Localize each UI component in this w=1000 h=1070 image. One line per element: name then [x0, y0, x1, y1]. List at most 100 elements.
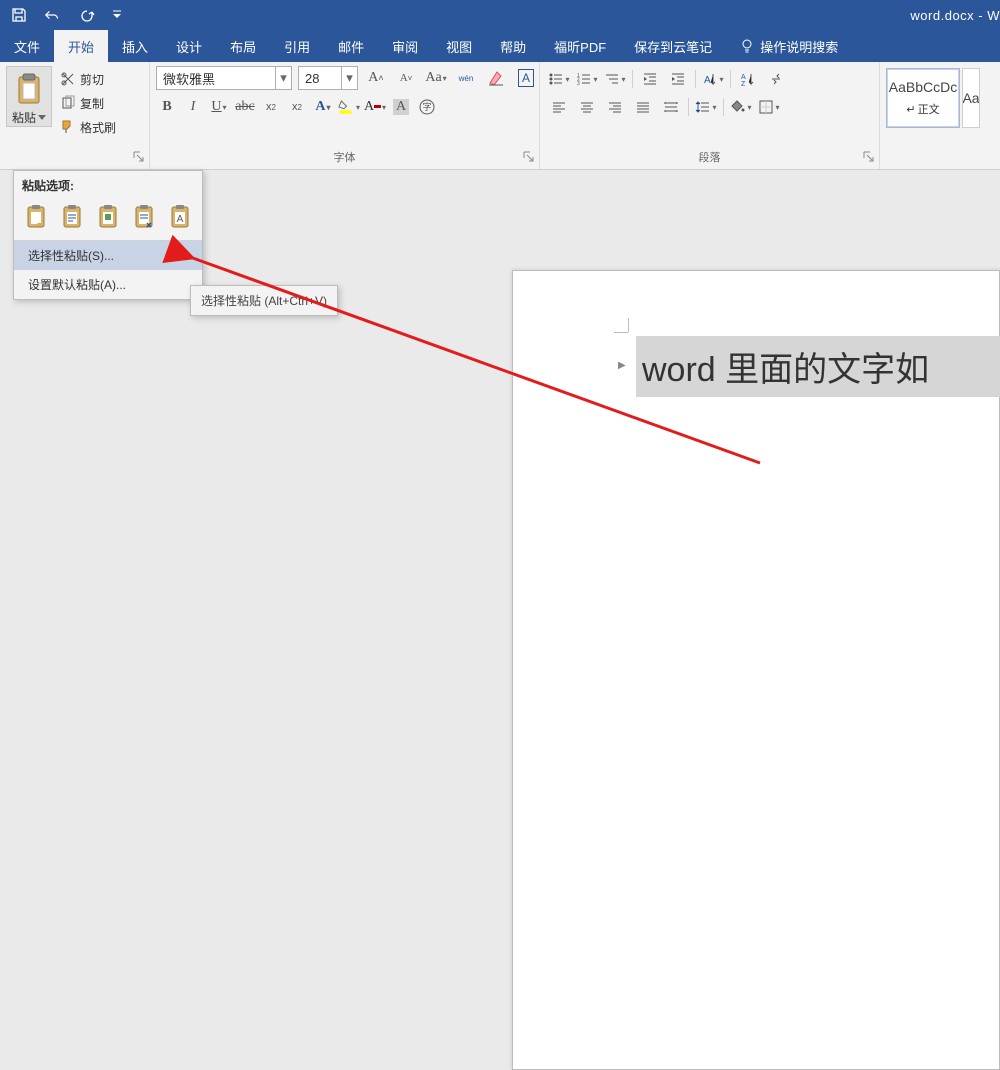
- enclose-characters-button[interactable]: 字: [416, 96, 438, 118]
- tab-help[interactable]: 帮助: [486, 30, 540, 62]
- tell-me-label: 操作说明搜索: [760, 37, 838, 56]
- shading-button[interactable]: ▾: [728, 96, 754, 118]
- highlight-button[interactable]: ▾: [338, 96, 360, 118]
- numbering-button[interactable]: 123▾: [574, 68, 600, 90]
- italic-button[interactable]: I: [182, 96, 204, 118]
- tab-file[interactable]: 文件: [0, 30, 54, 62]
- paste-text-only-icon[interactable]: A: [168, 202, 194, 232]
- group-label-clipboard: 剪贴板: [0, 149, 149, 169]
- tell-me-search[interactable]: 操作说明搜索: [726, 30, 852, 62]
- group-font: 微软雅黑 ▾ 28 ▾ A˄ A˅ Aa▾ wén A: [150, 62, 540, 169]
- title-bar: word.docx - W: [0, 0, 1000, 30]
- paste-picture-icon[interactable]: [96, 202, 122, 232]
- group-label-paragraph: 段落: [540, 149, 879, 169]
- cut-button[interactable]: 剪切: [56, 68, 120, 90]
- bullets-button[interactable]: ▾: [546, 68, 572, 90]
- phonetic-guide-button[interactable]: wén: [454, 66, 478, 90]
- group-paragraph: ▾ 123▾ ▾ A▾ AZ: [540, 62, 880, 169]
- chevron-down-icon[interactable]: ▾: [341, 67, 357, 89]
- svg-text:A: A: [177, 214, 184, 225]
- tab-references[interactable]: 引用: [270, 30, 324, 62]
- scissors-icon: [60, 71, 76, 87]
- tab-save-to-cloud[interactable]: 保存到云笔记: [620, 30, 726, 62]
- bold-button[interactable]: B: [156, 96, 178, 118]
- paste-split-button[interactable]: 粘贴: [6, 66, 52, 127]
- paste-icon: [13, 71, 45, 107]
- group-clipboard: 粘贴 剪切 复制 格式刷 剪贴板: [0, 62, 150, 169]
- tooltip-paste-special: 选择性粘贴 (Alt+Ctrl+V): [190, 285, 338, 316]
- dialog-launcher-icon[interactable]: [133, 151, 145, 163]
- justify-button[interactable]: [630, 96, 656, 118]
- tab-foxit-pdf[interactable]: 福昕PDF: [540, 30, 620, 62]
- copy-icon: [60, 95, 76, 111]
- character-shading-button[interactable]: A: [390, 96, 412, 118]
- style-next[interactable]: Aa: [962, 68, 980, 128]
- strikethrough-button[interactable]: abc: [234, 96, 256, 118]
- character-border-button[interactable]: A: [514, 66, 538, 90]
- paste-keep-source-icon[interactable]: [24, 202, 50, 232]
- margin-corner-mark: [614, 316, 634, 336]
- copy-button[interactable]: 复制: [56, 92, 120, 114]
- distribute-button[interactable]: [658, 96, 684, 118]
- show-marks-button[interactable]: [763, 68, 789, 90]
- window-title: word.docx - W: [122, 8, 1000, 23]
- selected-text[interactable]: word 里面的文字如: [636, 336, 1000, 397]
- ribbon-tabs: 文件 开始 插入 设计 布局 引用 邮件 审阅 视图 帮助 福昕PDF 保存到云…: [0, 30, 1000, 62]
- qat-customize-icon[interactable]: [112, 6, 122, 24]
- text-effects-button[interactable]: A▾: [312, 96, 334, 118]
- sort-button[interactable]: AZ: [735, 68, 761, 90]
- svg-text:A: A: [741, 74, 746, 81]
- align-left-button[interactable]: [546, 96, 572, 118]
- menu-paste-special[interactable]: 选择性粘贴(S)...: [14, 241, 202, 270]
- tab-insert[interactable]: 插入: [108, 30, 162, 62]
- tab-home[interactable]: 开始: [54, 30, 108, 62]
- group-styles: AaBbCcDc ↵正文 Aa: [880, 62, 1000, 169]
- increase-indent-button[interactable]: [665, 68, 691, 90]
- paste-keep-text-icon[interactable]: [132, 202, 158, 232]
- line-spacing-button[interactable]: ▾: [693, 96, 719, 118]
- text-direction-button[interactable]: A▾: [700, 68, 726, 90]
- tab-mailings[interactable]: 邮件: [324, 30, 378, 62]
- tab-layout[interactable]: 布局: [216, 30, 270, 62]
- svg-text:字: 字: [422, 101, 431, 112]
- subscript-button[interactable]: x2: [260, 96, 282, 118]
- dialog-launcher-icon[interactable]: [523, 151, 535, 163]
- ribbon: 粘贴 剪切 复制 格式刷 剪贴板: [0, 62, 1000, 170]
- undo-icon[interactable]: [44, 6, 62, 24]
- dialog-launcher-icon[interactable]: [863, 151, 875, 163]
- decrease-indent-button[interactable]: [637, 68, 663, 90]
- font-size-combo[interactable]: 28 ▾: [298, 66, 358, 90]
- tab-design[interactable]: 设计: [162, 30, 216, 62]
- paste-options-title: 粘贴选项:: [14, 171, 202, 198]
- multilevel-list-button[interactable]: ▾: [602, 68, 628, 90]
- align-center-button[interactable]: [574, 96, 600, 118]
- shrink-font-button[interactable]: A˅: [394, 66, 418, 90]
- clear-formatting-button[interactable]: [484, 66, 508, 90]
- menu-set-default-paste[interactable]: 设置默认粘贴(A)...: [14, 270, 202, 299]
- paste-merge-icon[interactable]: [60, 202, 86, 232]
- change-case-button[interactable]: Aa▾: [424, 66, 448, 90]
- underline-button[interactable]: U▾: [208, 96, 230, 118]
- style-normal[interactable]: AaBbCcDc ↵正文: [886, 68, 960, 128]
- svg-text:A: A: [704, 75, 711, 86]
- svg-text:Z: Z: [741, 81, 746, 87]
- font-name-combo[interactable]: 微软雅黑 ▾: [156, 66, 292, 90]
- paste-label: 粘贴: [12, 109, 46, 126]
- svg-text:3: 3: [577, 81, 580, 87]
- tab-review[interactable]: 审阅: [378, 30, 432, 62]
- quick-access-toolbar: [0, 6, 122, 24]
- lightbulb-icon: [740, 39, 754, 53]
- format-painter-button[interactable]: 格式刷: [56, 116, 120, 138]
- redo-icon[interactable]: [78, 6, 96, 24]
- superscript-button[interactable]: x2: [286, 96, 308, 118]
- borders-button[interactable]: ▾: [756, 96, 782, 118]
- font-color-button[interactable]: A▾: [364, 96, 386, 118]
- group-label-font: 字体: [150, 149, 539, 169]
- selection-handle-icon: ▶: [618, 360, 626, 371]
- grow-font-button[interactable]: A˄: [364, 66, 388, 90]
- chevron-down-icon[interactable]: ▾: [275, 67, 291, 89]
- align-right-button[interactable]: [602, 96, 628, 118]
- tab-view[interactable]: 视图: [432, 30, 486, 62]
- save-icon[interactable]: [10, 6, 28, 24]
- paintbrush-icon: [60, 119, 76, 135]
